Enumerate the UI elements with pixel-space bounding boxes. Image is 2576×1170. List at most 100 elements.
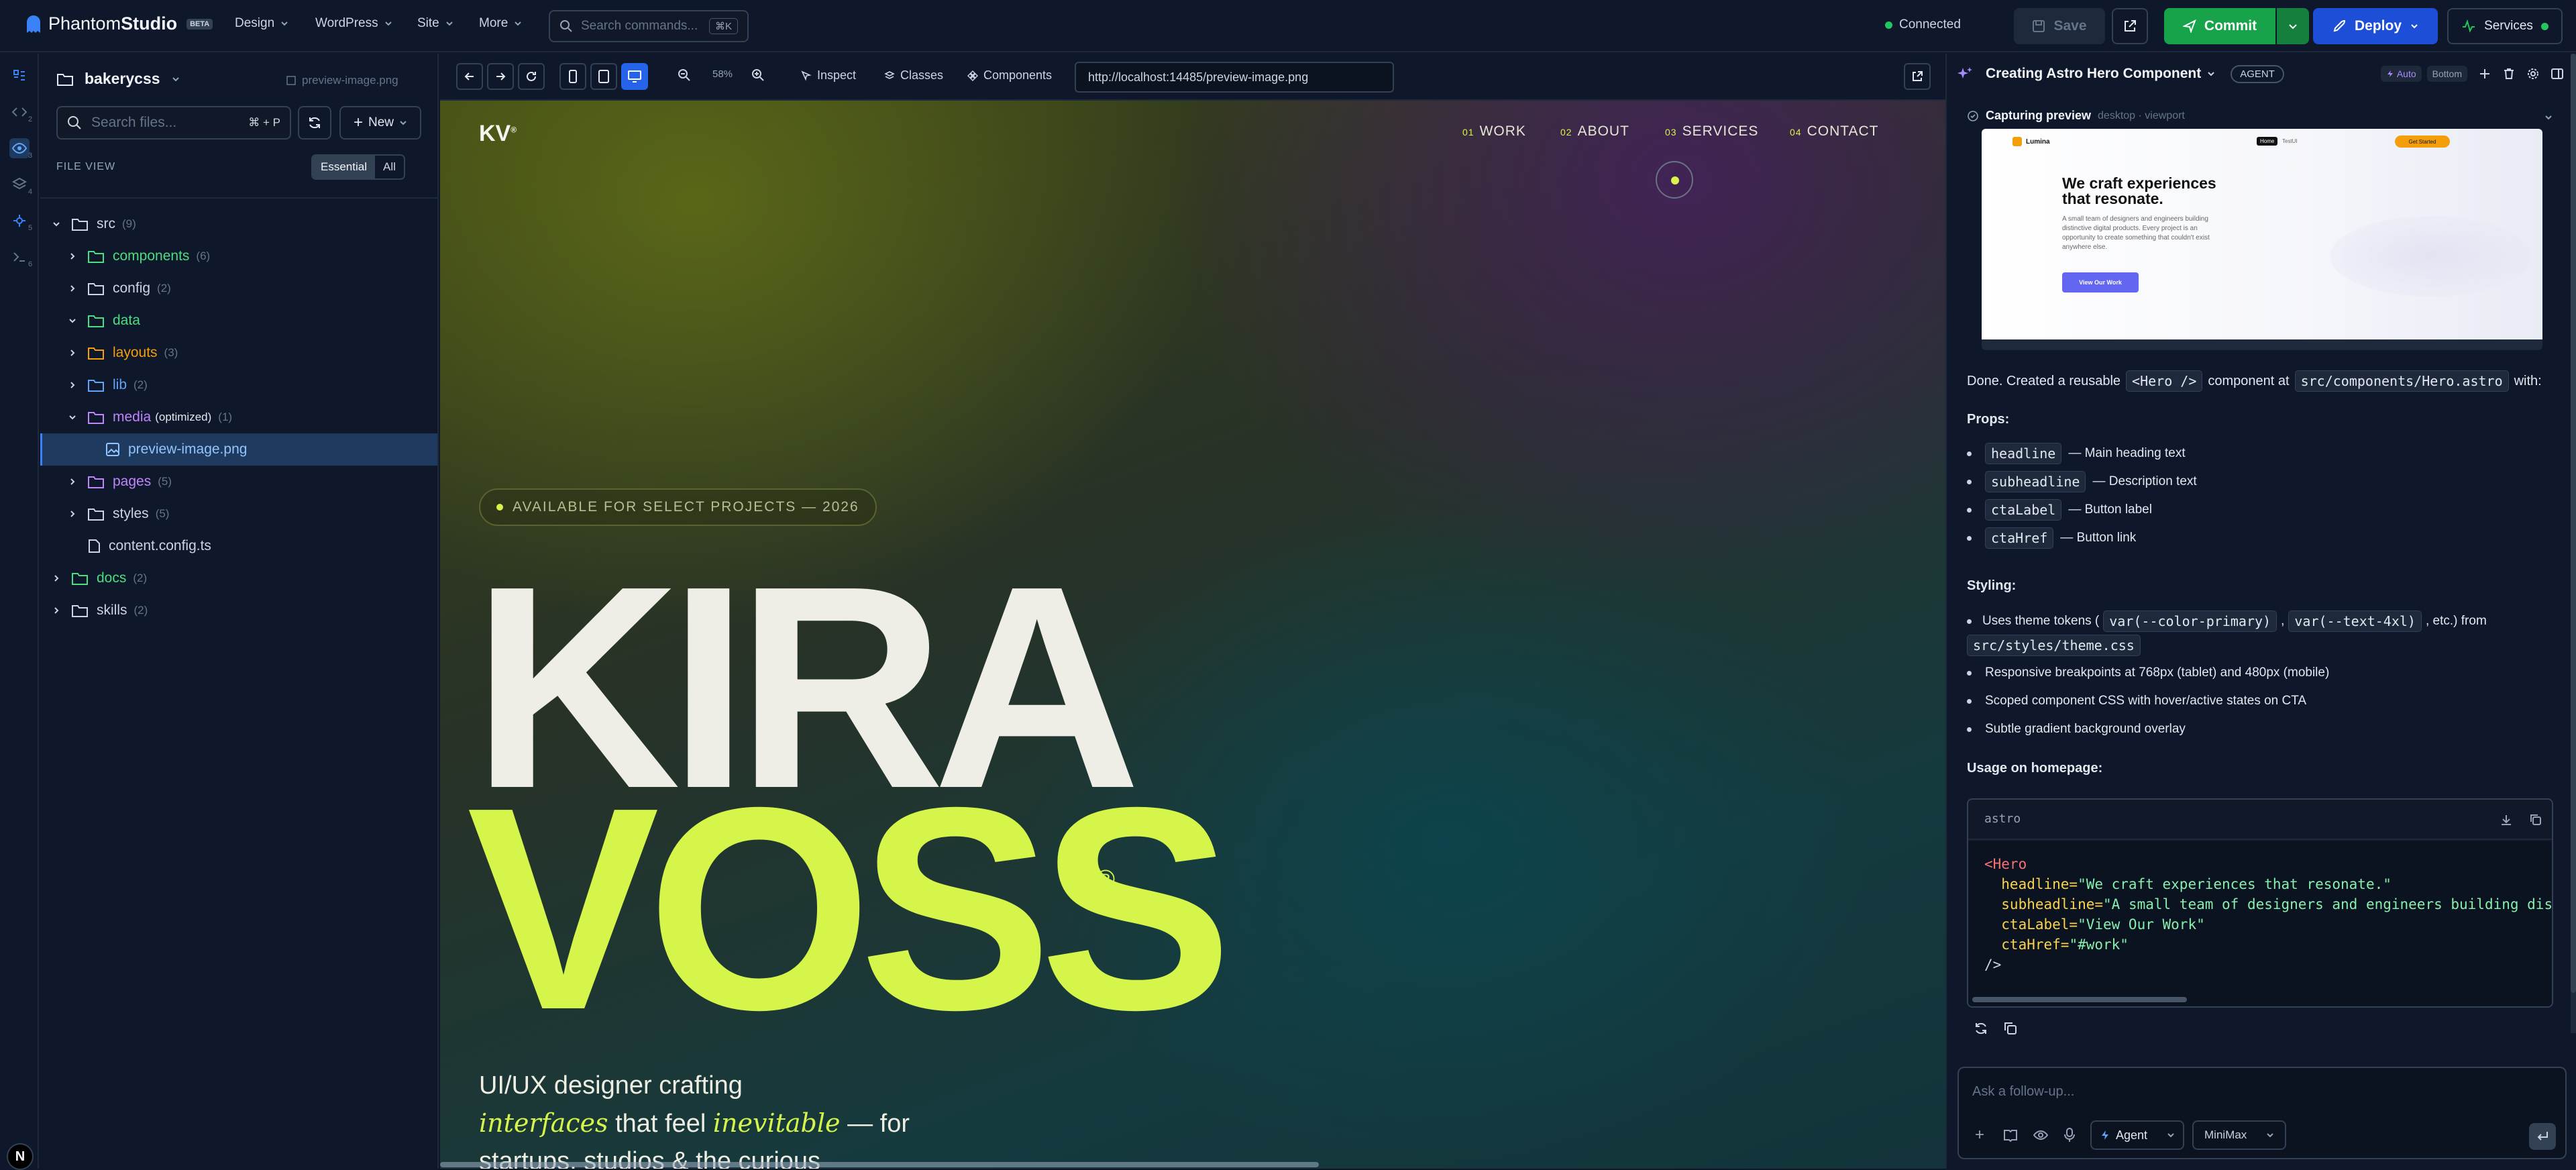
tree-folder-docs[interactable]: docs (2): [40, 562, 437, 594]
tree-folder-styles[interactable]: styles (5): [40, 498, 437, 530]
brand[interactable]: PhantomStudio BETA: [25, 13, 213, 34]
device-mobile-button[interactable]: [559, 63, 586, 90]
code-line: />: [1984, 957, 2002, 973]
save-button[interactable]: Save: [2014, 8, 2105, 44]
tree-folder-pages[interactable]: pages (5): [40, 466, 437, 498]
horizontal-scrollbar[interactable]: [440, 1162, 1319, 1167]
chevron-down-icon: [69, 319, 76, 323]
user-avatar[interactable]: N: [7, 1143, 34, 1170]
panel-scrollbar-thumb[interactable]: [2571, 54, 2576, 993]
activity-icon: [2463, 19, 2475, 33]
chevron-down-icon: [172, 76, 179, 81]
components-button[interactable]: Components: [967, 68, 1052, 83]
view-mode-all[interactable]: All: [375, 156, 404, 178]
chevron-down-icon[interactable]: [2544, 113, 2553, 122]
trash-icon[interactable]: [2502, 67, 2516, 81]
tree-folder-src[interactable]: src (9): [40, 208, 437, 240]
back-button[interactable]: [456, 63, 483, 90]
folder-icon: [88, 476, 104, 488]
commit-dropdown-button[interactable]: [2277, 8, 2309, 44]
rail-layers[interactable]: [9, 174, 30, 195]
styling-item-cont: src/styles/theme.css: [1967, 635, 2141, 656]
preview-url-field[interactable]: http://localhost:14485/preview-image.png: [1075, 62, 1394, 93]
tree-folder-config[interactable]: config (2): [40, 272, 437, 305]
tree-folder-media[interactable]: media (optimized) (1): [40, 401, 437, 433]
deploy-button[interactable]: Deploy: [2313, 8, 2438, 44]
file-search-input[interactable]: Search files... ⌘ + P: [56, 106, 291, 140]
services-button[interactable]: Services: [2447, 8, 2563, 44]
tree-folder-components[interactable]: components (6): [40, 240, 437, 272]
plus-icon[interactable]: [2478, 67, 2491, 81]
code-scrollbar[interactable]: [1972, 997, 2187, 1002]
styling-item: Scoped component CSS with hover/active s…: [1967, 694, 2306, 708]
chevron-down-icon[interactable]: [2206, 69, 2216, 78]
model-select[interactable]: MiniMax: [2192, 1120, 2286, 1150]
open-in-browser-button[interactable]: [1904, 63, 1931, 90]
plus-icon[interactable]: +: [1975, 1126, 1984, 1145]
eye-icon[interactable]: [2033, 1128, 2049, 1142]
tree-folder-skills[interactable]: skills (2): [40, 594, 437, 627]
copy-icon[interactable]: [2003, 1021, 2018, 1036]
zoom-out-icon: [678, 69, 690, 81]
follow-up-input[interactable]: Ask a follow-up...: [1972, 1084, 2074, 1100]
tree-folder-data[interactable]: data: [40, 305, 437, 337]
zoom-in-button[interactable]: [751, 68, 765, 82]
rail-plugins[interactable]: [9, 211, 30, 231]
panel-collapse-icon[interactable]: [2551, 67, 2564, 81]
refresh-files-button[interactable]: [298, 106, 331, 140]
rail-explorer[interactable]: [9, 66, 30, 86]
send-button[interactable]: [2529, 1123, 2556, 1150]
custom-cursor: [1656, 161, 1693, 199]
site-nav-about[interactable]: 02 ABOUT: [1560, 123, 1629, 140]
microphone-icon[interactable]: [2063, 1127, 2076, 1143]
retry-icon[interactable]: [1974, 1021, 1988, 1036]
site-logo[interactable]: KV®: [479, 121, 517, 147]
device-tablet-button[interactable]: [590, 63, 617, 90]
thumbnail-decoration: [2330, 216, 2532, 297]
open-file-tab[interactable]: preview-image.png: [286, 74, 398, 87]
file-search-shortcut: ⌘ + P: [248, 116, 280, 129]
zoom-out-button[interactable]: [678, 68, 691, 82]
chevron-down-icon: [384, 21, 392, 26]
done-message: Done. Created a reusable <Hero /> compon…: [1967, 370, 2542, 392]
tree-folder-layouts[interactable]: layouts (3): [40, 337, 437, 369]
inspect-button[interactable]: Inspect: [801, 68, 856, 83]
menu-site[interactable]: Site: [417, 16, 454, 31]
chevron-right-icon: [70, 478, 75, 485]
forward-button[interactable]: [487, 63, 514, 90]
rail-terminal[interactable]: [9, 247, 30, 267]
download-icon[interactable]: [2500, 813, 2513, 827]
open-external-button[interactable]: [2112, 8, 2148, 44]
chevron-right-icon: [70, 285, 75, 292]
menu-wordpress[interactable]: WordPress: [315, 16, 393, 31]
menu-more[interactable]: More: [479, 16, 523, 31]
site-nav-services[interactable]: 03 SERVICES: [1665, 123, 1758, 140]
tree-file-preview-image[interactable]: preview-image.png: [40, 433, 437, 466]
tree-file-content-config[interactable]: content.config.ts: [40, 530, 437, 562]
auto-toggle[interactable]: Auto: [2380, 66, 2422, 82]
command-search[interactable]: Search commands... ⌘K: [549, 10, 749, 42]
classes-button[interactable]: Classes: [884, 68, 943, 83]
menu-design[interactable]: Design: [235, 16, 289, 31]
chevron-down-icon: [2289, 24, 2297, 30]
site-nav-work[interactable]: 01 WORK: [1462, 123, 1526, 140]
rail-code[interactable]: [9, 102, 30, 122]
tree-folder-lib[interactable]: lib (2): [40, 369, 437, 401]
agent-mode-select[interactable]: Agent: [2090, 1120, 2184, 1150]
view-mode-essential[interactable]: Essential: [313, 156, 375, 178]
command-placeholder: Search commands...: [581, 19, 698, 33]
tablet-icon: [598, 70, 609, 83]
registered-mark: ®: [1096, 865, 1115, 894]
new-file-button[interactable]: + New: [339, 106, 421, 140]
gear-icon[interactable]: [2526, 67, 2540, 81]
device-desktop-button[interactable]: [621, 63, 648, 90]
copy-icon[interactable]: [2529, 813, 2542, 827]
rail-preview[interactable]: [9, 138, 30, 158]
hero-name-last: VOSS: [467, 748, 1232, 1070]
project-selector[interactable]: bakerycss: [56, 70, 180, 88]
reload-button[interactable]: [518, 63, 545, 90]
site-nav-contact[interactable]: 04 CONTACT: [1790, 123, 1879, 140]
commit-button[interactable]: Commit: [2164, 8, 2275, 44]
book-icon[interactable]: [2003, 1128, 2018, 1142]
position-toggle[interactable]: Bottom: [2426, 66, 2467, 82]
